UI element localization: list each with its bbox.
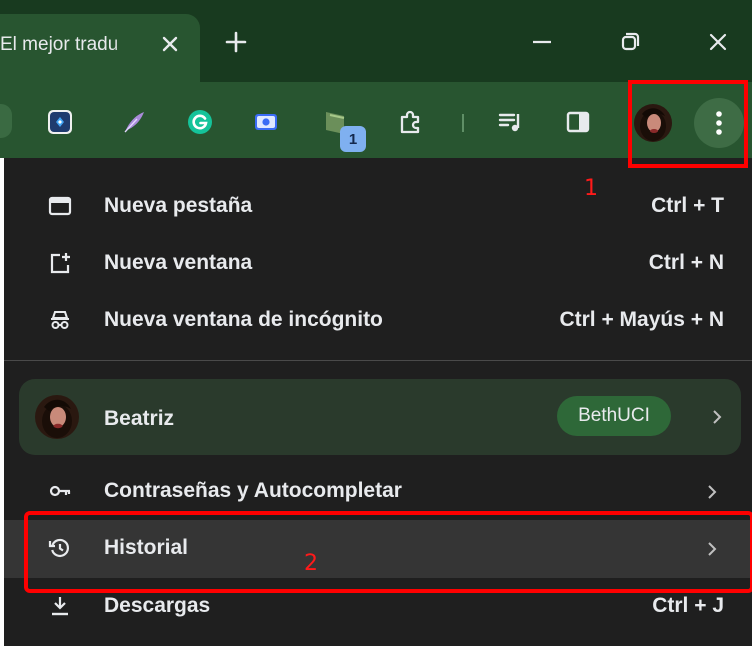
minimize-icon[interactable] — [528, 28, 556, 56]
account-chip[interactable]: BethUCI — [557, 396, 671, 436]
menu-item-label: Contraseñas y Autocompletar — [104, 479, 402, 502]
tab-title: El mejor tradu — [0, 34, 119, 55]
profile-card[interactable]: Beatriz BethUCI — [19, 379, 741, 455]
menu-item-shortcut: Ctrl + N — [648, 251, 724, 274]
menu-item-label: Descargas — [104, 594, 211, 617]
menu-item-label: Nueva pestaña — [104, 194, 253, 217]
annotation-box-menu-button — [628, 80, 748, 168]
menu-divider — [4, 360, 752, 361]
key-icon — [49, 485, 71, 497]
title-bar: El mejor tradu — [0, 0, 752, 82]
browser-tab[interactable]: El mejor tradu — [0, 14, 200, 82]
new-tab-icon — [48, 196, 72, 216]
menu-item-label: Nueva ventana — [104, 251, 253, 274]
menu-item-new-window[interactable]: Nueva ventana Ctrl + N — [4, 235, 752, 293]
window-close-icon[interactable] — [704, 28, 732, 56]
incognito-icon — [51, 311, 69, 329]
screen-recorder-icon[interactable] — [252, 108, 280, 136]
puzzle-extensions-icon[interactable] — [396, 108, 424, 136]
menu-item-incognito[interactable]: Nueva ventana de incógnito Ctrl + Mayús … — [4, 292, 752, 350]
annotation-number-2: 2 — [304, 551, 318, 576]
translator-extension-icon[interactable] — [46, 108, 74, 136]
grammarly-icon[interactable] — [186, 108, 214, 136]
menu-item-label: Nueva ventana de incógnito — [104, 308, 383, 331]
feather-extension-icon[interactable] — [120, 108, 148, 136]
new-tab-button[interactable] — [222, 28, 250, 56]
extension-badge: 1 — [340, 126, 366, 152]
address-bar-edge[interactable] — [0, 104, 12, 138]
restore-icon[interactable] — [616, 28, 644, 56]
annotation-box-history — [24, 511, 752, 593]
menu-item-new-tab[interactable]: Nueva pestaña Ctrl + T — [4, 178, 752, 236]
profile-name: Beatriz — [104, 407, 175, 430]
download-icon — [52, 597, 68, 616]
new-window-icon — [50, 253, 70, 274]
avatar — [35, 395, 79, 439]
side-panel-icon[interactable] — [564, 108, 592, 136]
close-icon[interactable] — [156, 30, 184, 58]
menu-item-shortcut: Ctrl + T — [651, 194, 724, 217]
menu-item-shortcut: Ctrl + Mayús + N — [559, 308, 724, 331]
reading-list-icon[interactable] — [496, 108, 524, 136]
annotation-number-1: 1 — [584, 176, 598, 201]
toolbar-separator — [462, 114, 464, 132]
menu-item-shortcut: Ctrl + J — [652, 594, 724, 617]
chevron-right-icon — [708, 485, 717, 499]
chevron-right-icon — [713, 410, 722, 424]
